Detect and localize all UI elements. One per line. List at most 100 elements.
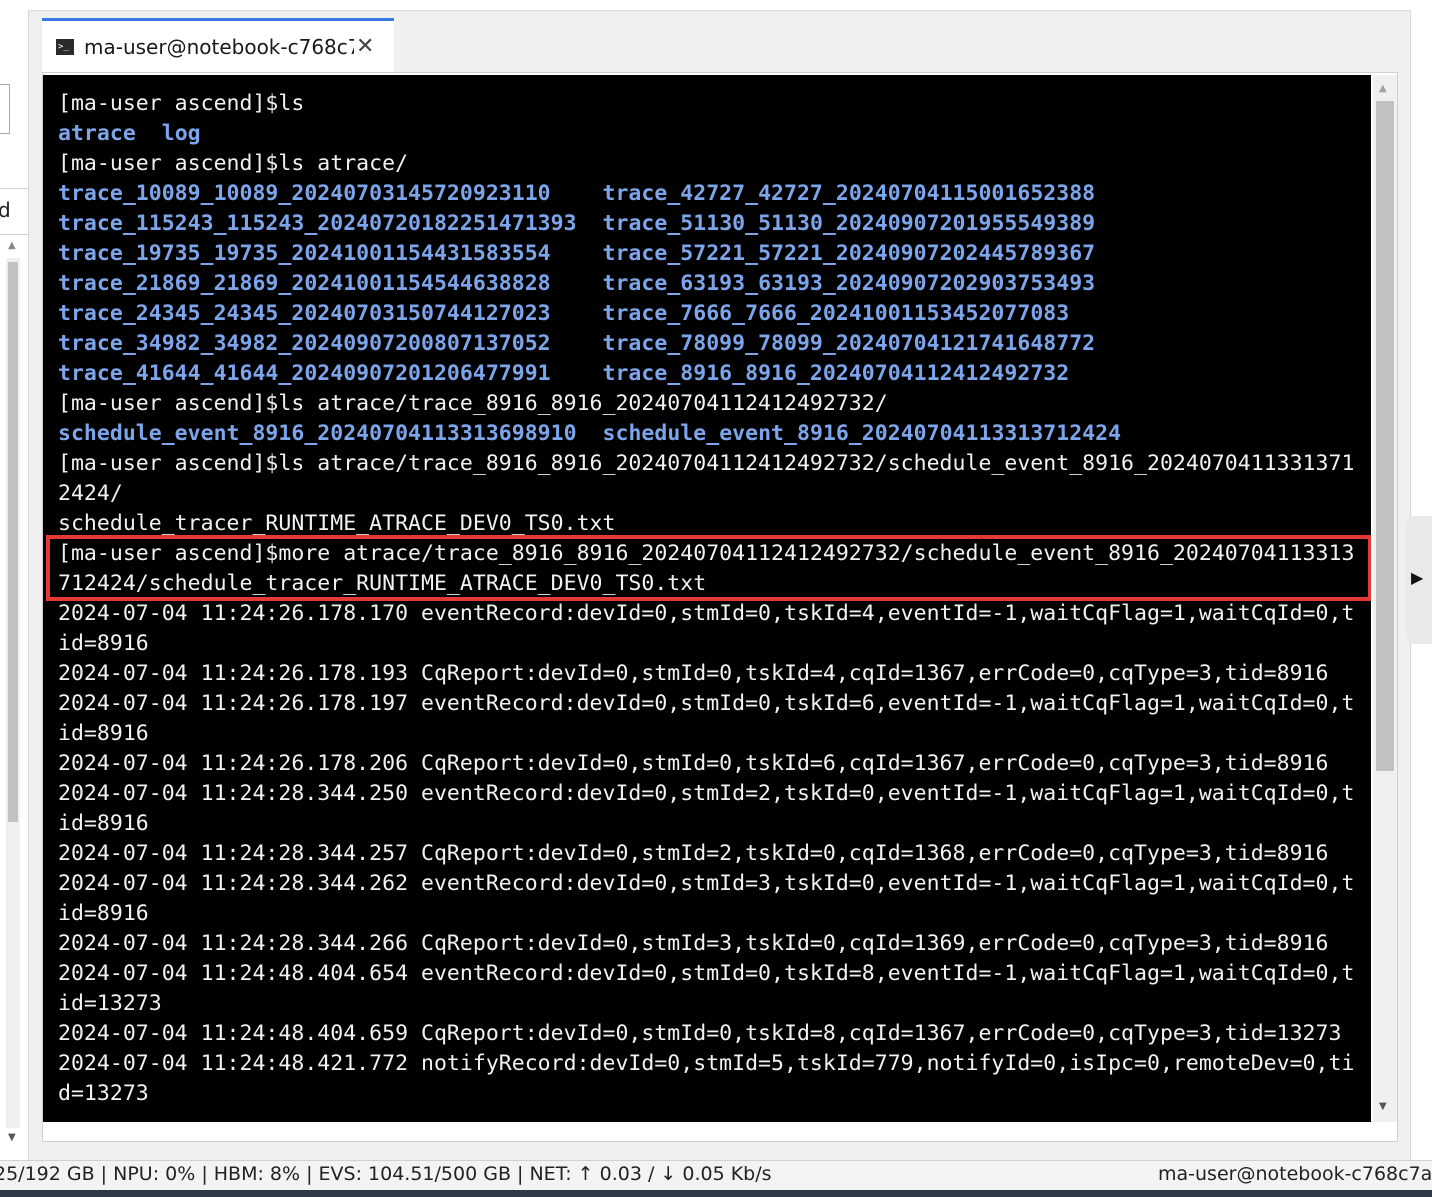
directory-entry: trace_8916_8916_20240704112412492732 (602, 361, 1070, 386)
terminal-text: 2024-07-04 11:24:26.178.197 eventRecord:… (58, 691, 1355, 716)
status-bar: 25/192 GB | NPU: 0% | HBM: 8% | EVS: 104… (0, 1160, 1432, 1191)
directory-entry: log (161, 121, 201, 146)
terminal-text: 2424/ (58, 481, 123, 506)
terminal-line: id=8916 (58, 899, 1354, 929)
directory-entry: schedule_event_8916_20240704113313712424 (602, 421, 1122, 446)
left-panel-input[interactable] (0, 84, 10, 134)
terminal-line: 2024-07-04 11:24:28.344.257 CqReport:dev… (58, 839, 1354, 869)
terminal-line: atrace log (58, 119, 1354, 149)
directory-entry: trace_21869_21869_20241001154544638828 (58, 271, 551, 296)
window-top-strip (28, 0, 1432, 11)
terminal-text: 2024-07-04 11:24:48.421.772 notifyRecord… (58, 1051, 1355, 1076)
terminal-line: 2024-07-04 11:24:28.344.262 eventRecord:… (58, 869, 1354, 899)
terminal-text: [ma-user ascend]$more atrace/trace_8916_… (58, 541, 1355, 566)
terminal-text: 2024-07-04 11:24:48.404.654 eventRecord:… (58, 961, 1355, 986)
terminal-line: trace_10089_10089_20240703145720923110 t… (58, 179, 1354, 209)
terminal-text: 2024-07-04 11:24:28.344.262 eventRecord:… (58, 871, 1355, 896)
terminal-scrollbar-thumb[interactable] (1376, 101, 1394, 771)
terminal-text: [ma-user ascend]$ls atrace/trace_8916_89… (58, 391, 888, 416)
terminal-line: d=13273 (58, 1079, 1354, 1109)
left-scroll-up-arrow-icon[interactable]: ▲ (8, 240, 16, 251)
left-panel-text-fragment: d (0, 198, 11, 222)
terminal-text: 2024-07-04 11:24:26.178.206 CqReport:dev… (58, 751, 1329, 776)
terminal-text: id=13273 (58, 991, 162, 1016)
left-scroll-down-arrow-icon[interactable]: ▼ (8, 1132, 16, 1143)
terminal-line: trace_115243_115243_20240720182251471393… (58, 209, 1354, 239)
left-panel-divider-2 (0, 234, 28, 235)
left-scrollbar-thumb[interactable] (8, 262, 18, 822)
scroll-down-arrow-icon[interactable]: ▼ (1379, 1101, 1387, 1112)
terminal-text: 712424/schedule_tracer_RUNTIME_ATRACE_DE… (58, 571, 707, 596)
directory-entry: trace_10089_10089_20240703145720923110 (58, 181, 551, 206)
terminal-text: 2024-07-04 11:24:26.178.170 eventRecord:… (58, 601, 1355, 626)
directory-entry: trace_57221_57221_20240907202445789367 (602, 241, 1096, 266)
terminal-line: trace_34982_34982_20240907200807137052 t… (58, 329, 1354, 359)
tab-title: ma-user@notebook-c768c7a (84, 34, 354, 59)
terminal-line: trace_19735_19735_20241001154431583554 t… (58, 239, 1354, 269)
directory-entry: trace_51130_51130_20240907201955549389 (602, 211, 1096, 236)
directory-entry: atrace (58, 121, 136, 146)
terminal-icon: >_ (56, 38, 74, 55)
terminal-line: id=8916 (58, 719, 1354, 749)
terminal-line: [ma-user ascend]$more atrace/trace_8916_… (58, 539, 1354, 569)
terminal-line: 2424/ (58, 479, 1354, 509)
directory-entry: schedule_event_8916_20240704113313698910 (58, 421, 577, 446)
terminal-line: 2024-07-04 11:24:48.404.654 eventRecord:… (58, 959, 1354, 989)
terminal-line: 712424/schedule_tracer_RUNTIME_ATRACE_DE… (58, 569, 1354, 599)
terminal-scrollbar[interactable]: ▲ ▼ (1373, 75, 1397, 1122)
chevron-right-icon[interactable]: ▶ (1411, 568, 1423, 587)
terminal-line: [ma-user ascend]$ls atrace/trace_8916_89… (58, 449, 1354, 479)
tab-terminal-session[interactable]: >_ ma-user@notebook-c768c7a ✕ (42, 18, 394, 72)
terminal-line: [ma-user ascend]$ls atrace/trace_8916_89… (58, 389, 1354, 419)
terminal-output[interactable]: [ma-user ascend]$ls atrace log [ma-user as… (43, 75, 1371, 1122)
directory-entry: trace_7666_7666_20241001153452077083 (602, 301, 1070, 326)
terminal-line: trace_21869_21869_20241001154544638828 t… (58, 269, 1354, 299)
terminal-line: 2024-07-04 11:24:26.178.206 CqReport:dev… (58, 749, 1354, 779)
left-panel-divider (0, 188, 28, 189)
close-icon[interactable]: ✕ (356, 34, 374, 59)
directory-entry: trace_42727_42727_20240704115001652388 (602, 181, 1096, 206)
directory-entry: trace_34982_34982_20240907200807137052 (58, 331, 551, 356)
terminal-lines: [ma-user ascend]$ls atrace log [ma-user as… (58, 89, 1354, 1109)
terminal-text: id=8916 (58, 901, 149, 926)
terminal-line: 2024-07-04 11:24:26.178.193 CqReport:dev… (58, 659, 1354, 689)
terminal-text: 2024-07-04 11:24:28.344.250 eventRecord:… (58, 781, 1355, 806)
terminal-line: [ma-user ascend]$ls atrace/ (58, 149, 1354, 179)
terminal-line: id=8916 (58, 809, 1354, 839)
terminal-text: [ma-user ascend]$ls (58, 91, 305, 116)
terminal-line: schedule_event_8916_20240704113313698910… (58, 419, 1354, 449)
terminal-line: 2024-07-04 11:24:28.344.266 CqReport:dev… (58, 929, 1354, 959)
directory-entry: trace_78099_78099_20240704121741648772 (602, 331, 1096, 356)
terminal-text: [ma-user ascend]$ls atrace/trace_8916_89… (58, 451, 1355, 476)
terminal-text: schedule_tracer_RUNTIME_ATRACE_DEV0_TS0.… (58, 511, 616, 536)
terminal-text: d=13273 (58, 1081, 149, 1106)
left-side-panel: d ▲ ▼ (0, 0, 29, 1160)
terminal-line: schedule_tracer_RUNTIME_ATRACE_DEV0_TS0.… (58, 509, 1354, 539)
terminal-line: trace_24345_24345_20240703150744127023 t… (58, 299, 1354, 329)
terminal-frame: [ma-user ascend]$ls atrace log [ma-user as… (42, 72, 1398, 1142)
status-session-name: ma-user@notebook-c768c7a (1158, 1163, 1432, 1185)
directory-entry: trace_19735_19735_20241001154431583554 (58, 241, 551, 266)
directory-entry: trace_63193_63193_20240907202903753493 (602, 271, 1096, 296)
terminal-text: id=8916 (58, 721, 149, 746)
terminal-line: trace_41644_41644_20240907201206477991 t… (58, 359, 1354, 389)
terminal-text: 2024-07-04 11:24:26.178.193 CqReport:dev… (58, 661, 1329, 686)
terminal-line: 2024-07-04 11:24:26.178.170 eventRecord:… (58, 599, 1354, 629)
terminal-text: 2024-07-04 11:24:28.344.266 CqReport:dev… (58, 931, 1329, 956)
terminal-text: 2024-07-04 11:24:28.344.257 CqReport:dev… (58, 841, 1329, 866)
directory-entry: trace_115243_115243_20240720182251471393 (58, 211, 577, 236)
directory-entry: trace_24345_24345_20240703150744127023 (58, 301, 551, 326)
terminal-text: id=8916 (58, 811, 149, 836)
scroll-up-arrow-icon[interactable]: ▲ (1379, 83, 1387, 94)
terminal-text: [ma-user ascend]$ls atrace/ (58, 151, 409, 176)
terminal-line: 2024-07-04 11:24:48.421.772 notifyRecord… (58, 1049, 1354, 1079)
terminal-line: id=8916 (58, 629, 1354, 659)
